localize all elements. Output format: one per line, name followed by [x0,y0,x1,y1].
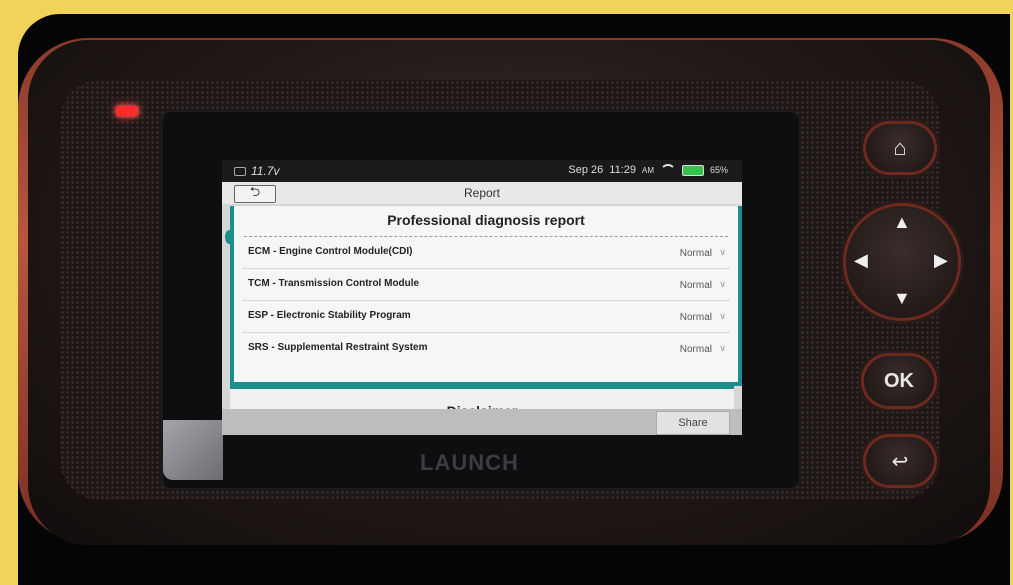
brand-logo: LAUNCH [420,450,519,475]
return-arrow-icon: ↩ [891,450,909,473]
arrow-left-icon[interactable]: ◀ [854,250,868,271]
status-bar: 11.7v Sep 26 11:29 AM 65% [222,160,742,182]
report-row-ecm[interactable]: ECM - Engine Control Module(CDI) Normal … [242,237,730,269]
page-title: Report [463,186,501,200]
report-title: Professional diagnosis report [387,212,585,228]
status-time: 11:29 [609,164,636,176]
card-notch-left [225,230,234,244]
status-date: Sep 26 [568,164,604,176]
dpad[interactable]: ▲ ▼ ◀ ▶ [846,206,958,318]
home-button[interactable]: ⌂ [866,124,934,172]
report-row-esp[interactable]: ESP - Electronic Stability Program Norma… [242,301,730,333]
row-label: TCM - Transmission Control Module [248,278,420,289]
status-badge: Normal [679,280,712,291]
status-ampm: AM [641,165,654,175]
chevron-down-icon[interactable]: ∨ [719,311,726,322]
arrow-down-icon[interactable]: ▼ [893,288,911,309]
row-label: SRS - Supplemental Restraint System [248,342,428,353]
voltage-readout: 11.7v [251,164,280,178]
bottom-bar: Share [222,409,742,435]
car-icon [234,166,246,176]
card-notch-right [738,230,742,244]
hardware-back-button[interactable]: ↩ [866,437,934,485]
device-screen: 11.7v Sep 26 11:29 AM 65% ⮌ Report Profe… [222,160,742,435]
row-label: ESP - Electronic Stability Program [248,310,411,321]
arrow-right-icon[interactable]: ▶ [934,250,948,271]
status-badge: Normal [679,312,712,323]
battery-icon [681,164,704,176]
screen-glare [163,420,223,480]
battery-percent: 65% [709,165,728,175]
status-badge: Normal [679,344,712,355]
power-led [116,106,138,116]
report-card: Professional diagnosis report ECM - Engi… [225,206,742,386]
wifi-icon [659,164,676,176]
report-row-tcm[interactable]: TCM - Transmission Control Module Normal… [242,269,730,301]
report-row-srs[interactable]: SRS - Supplemental Restraint System Norm… [242,333,730,364]
title-bar: ⮌ Report [222,182,742,204]
chevron-down-icon[interactable]: ∨ [719,343,726,354]
ok-button[interactable]: OK [864,356,934,406]
chevron-down-icon[interactable]: ∨ [719,247,726,258]
arrow-up-icon[interactable]: ▲ [893,212,911,233]
share-button[interactable]: Share [656,411,730,435]
status-badge: Normal [679,248,712,259]
home-icon: ⌂ [893,135,907,160]
row-label: ECM - Engine Control Module(CDI) [248,246,413,257]
chevron-down-icon[interactable]: ∨ [719,279,726,290]
